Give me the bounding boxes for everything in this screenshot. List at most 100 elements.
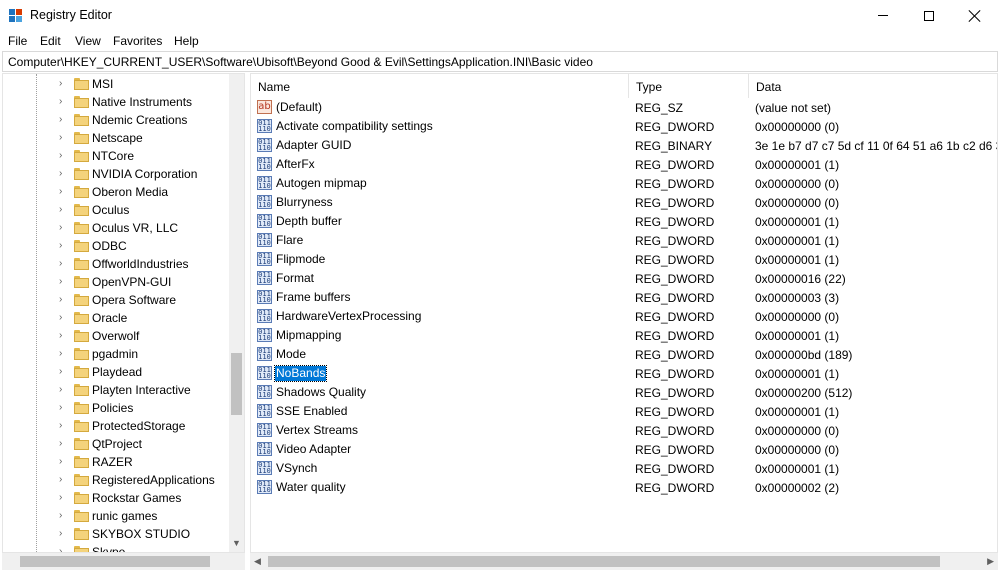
tree-item[interactable]: › Policies <box>3 399 229 417</box>
value-row[interactable]: 011 110 010 Shadows Quality REG_DWORD 0x000… <box>251 383 997 402</box>
address-bar[interactable]: Computer\HKEY_CURRENT_USER\Software\Ubis… <box>2 51 998 72</box>
expand-chevron-icon[interactable]: › <box>59 421 67 431</box>
tree-item[interactable]: › Rockstar Games <box>3 489 229 507</box>
expand-chevron-icon[interactable]: › <box>59 331 67 341</box>
column-header-name[interactable]: Name <box>251 74 629 98</box>
menu-edit[interactable]: Edit <box>40 34 61 48</box>
minimize-button[interactable] <box>860 0 906 31</box>
expand-chevron-icon[interactable]: › <box>59 439 67 449</box>
expand-chevron-icon[interactable]: › <box>59 295 67 305</box>
tree-item[interactable]: › OffworldIndustries <box>3 255 229 273</box>
value-row[interactable]: 011 110 010 Format REG_DWORD 0x00000016 (22… <box>251 269 997 288</box>
expand-chevron-icon[interactable]: › <box>59 79 67 89</box>
expand-chevron-icon[interactable]: › <box>59 115 67 125</box>
tree-item[interactable]: › Ndemic Creations <box>3 111 229 129</box>
expand-chevron-icon[interactable]: › <box>59 403 67 413</box>
address-path[interactable]: Computer\HKEY_CURRENT_USER\Software\Ubis… <box>8 55 593 69</box>
value-row[interactable]: 011 110 010 Video Adapter REG_DWORD 0x00000… <box>251 440 997 459</box>
expand-chevron-icon[interactable]: › <box>59 223 67 233</box>
expand-chevron-icon[interactable]: › <box>59 457 67 467</box>
expand-chevron-icon[interactable]: › <box>59 529 67 539</box>
maximize-button[interactable] <box>906 0 952 31</box>
expand-chevron-icon[interactable]: › <box>59 205 67 215</box>
tree-item[interactable]: › Overwolf <box>3 327 229 345</box>
tree-item[interactable]: › Opera Software <box>3 291 229 309</box>
value-row[interactable]: 011 110 010 Blurryness REG_DWORD 0x00000000… <box>251 193 997 212</box>
tree-item[interactable]: › SKYBOX STUDIO <box>3 525 229 543</box>
menu-favorites[interactable]: Favorites <box>113 34 162 48</box>
value-row[interactable]: 011 110 010 HardwareVertexProcessing REG_D… <box>251 307 997 326</box>
expand-chevron-icon[interactable]: › <box>59 511 67 521</box>
expand-chevron-icon[interactable]: › <box>59 475 67 485</box>
value-row[interactable]: 011 110 010 Mode REG_DWORD 0x000000bd (189) <box>251 345 997 364</box>
title-bar[interactable]: Registry Editor <box>0 0 998 31</box>
value-row[interactable]: 011 110 010NoBands REG_DWORD 0x00000001 (1… <box>251 364 997 383</box>
expand-chevron-icon[interactable]: › <box>59 367 67 377</box>
tree-item[interactable]: › OpenVPN-GUI <box>3 273 229 291</box>
tree-vertical-scrollbar[interactable]: ▼ <box>229 74 244 552</box>
tree-item[interactable]: › Oracle <box>3 309 229 327</box>
key-tree-pane[interactable]: › MSI › Native Instruments › Ndemic Creations… <box>2 73 245 553</box>
tree-item[interactable]: › QtProject <box>3 435 229 453</box>
expand-chevron-icon[interactable]: › <box>59 259 67 269</box>
menu-help[interactable]: Help <box>174 34 199 48</box>
tree-item[interactable]: › Playdead <box>3 363 229 381</box>
tree-item[interactable]: › Oberon Media <box>3 183 229 201</box>
tree-item[interactable]: › ProtectedStorage <box>3 417 229 435</box>
tree-item[interactable]: › pgadmin <box>3 345 229 363</box>
tree-item[interactable]: › RegisteredApplications <box>3 471 229 489</box>
tree-item[interactable]: › RAZER <box>3 453 229 471</box>
menu-view[interactable]: View <box>75 34 101 48</box>
value-row[interactable]: 011 110 010 Flare REG_DWORD 0x00000001 (1) <box>251 231 997 250</box>
tree-item[interactable]: › MSI <box>3 75 229 93</box>
expand-chevron-icon[interactable]: › <box>59 97 67 107</box>
close-button[interactable] <box>952 0 998 31</box>
menu-file[interactable]: File <box>8 34 27 48</box>
value-row[interactable]: 011 110 010 Mipmapping REG_DWORD 0x00000001… <box>251 326 997 345</box>
scroll-left-arrow-icon[interactable]: ◀ <box>254 556 261 567</box>
scroll-right-arrow-icon[interactable]: ▶ <box>987 556 994 567</box>
value-row[interactable]: 011 110 010 Depth buffer REG_DWORD 0x000000… <box>251 212 997 231</box>
expand-chevron-icon[interactable]: › <box>59 169 67 179</box>
value-row[interactable]: 011 110 010 Autogen mipmap REG_DWORD 0x0000… <box>251 174 997 193</box>
expand-chevron-icon[interactable]: › <box>59 187 67 197</box>
tree-item[interactable]: › runic games <box>3 507 229 525</box>
value-row[interactable]: 011 110 010 Activate compatibility settin… <box>251 117 997 136</box>
tree-item[interactable]: › Netscape <box>3 129 229 147</box>
tree-hscroll-thumb[interactable] <box>20 556 210 567</box>
list-hscroll-thumb[interactable] <box>268 556 940 567</box>
expand-chevron-icon[interactable]: › <box>59 349 67 359</box>
scroll-down-arrow-icon[interactable]: ▼ <box>232 538 241 548</box>
tree-item[interactable]: › Oculus VR, LLC <box>3 219 229 237</box>
expand-chevron-icon[interactable]: › <box>59 151 67 161</box>
value-name: Autogen mipmap <box>276 176 367 190</box>
expand-chevron-icon[interactable]: › <box>59 133 67 143</box>
tree-item[interactable]: › ODBC <box>3 237 229 255</box>
value-row[interactable]: 011 110 010 Flipmode REG_DWORD 0x00000001 (… <box>251 250 997 269</box>
tree-scroll-thumb[interactable] <box>231 353 242 415</box>
expand-chevron-icon[interactable]: › <box>59 277 67 287</box>
tree-item[interactable]: › Playten Interactive <box>3 381 229 399</box>
value-row[interactable]: 011 110 010 Adapter GUID REG_BINARY 3e 1e b… <box>251 136 997 155</box>
expand-chevron-icon[interactable]: › <box>59 385 67 395</box>
tree-item[interactable]: › Oculus <box>3 201 229 219</box>
column-header-type[interactable]: Type <box>629 74 749 98</box>
tree-horizontal-scrollbar[interactable] <box>2 553 245 570</box>
value-row[interactable]: 011 110 010 VSynch REG_DWORD 0x00000001 (1) <box>251 459 997 478</box>
value-row[interactable]: 011 110 010 Vertex Streams REG_DWORD 0x0000… <box>251 421 997 440</box>
tree-item[interactable]: › Skype <box>3 543 229 552</box>
tree-item[interactable]: › NVIDIA Corporation <box>3 165 229 183</box>
expand-chevron-icon[interactable]: › <box>59 241 67 251</box>
list-horizontal-scrollbar[interactable]: ◀ ▶ <box>250 553 998 570</box>
tree-item[interactable]: › Native Instruments <box>3 93 229 111</box>
value-row[interactable]: ab (Default) REG_SZ (value not set) <box>251 98 997 117</box>
value-row[interactable]: 011 110 010 Water quality REG_DWORD 0x00000… <box>251 478 997 497</box>
value-row[interactable]: 011 110 010 Frame buffers REG_DWORD 0x00000… <box>251 288 997 307</box>
column-header-data[interactable]: Data <box>749 74 997 98</box>
tree-item[interactable]: › NTCore <box>3 147 229 165</box>
value-row[interactable]: 011 110 010 SSE Enabled REG_DWORD 0x0000000… <box>251 402 997 421</box>
values-list-pane[interactable]: Name Type Data ab (Default) REG_SZ (value n… <box>250 73 998 553</box>
expand-chevron-icon[interactable]: › <box>59 493 67 503</box>
expand-chevron-icon[interactable]: › <box>59 313 67 323</box>
value-row[interactable]: 011 110 010 AfterFx REG_DWORD 0x00000001 (1… <box>251 155 997 174</box>
